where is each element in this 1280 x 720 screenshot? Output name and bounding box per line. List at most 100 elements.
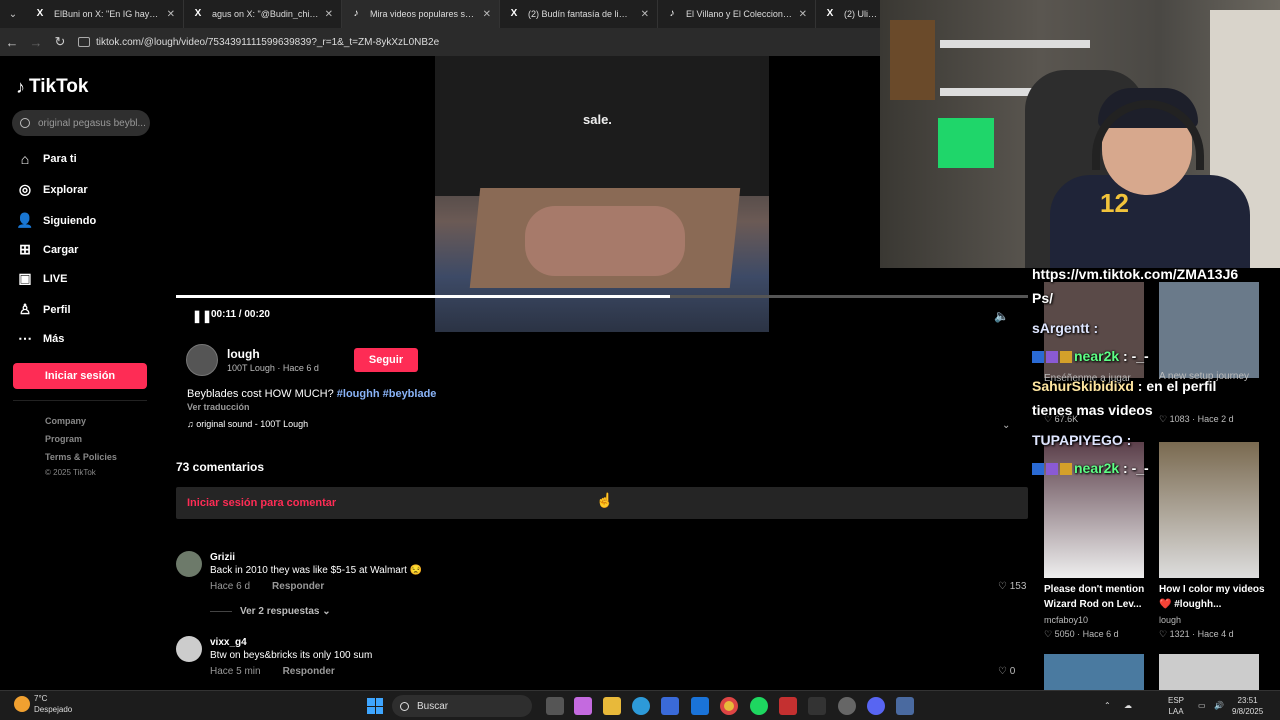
file-explorer-icon[interactable] <box>603 697 621 715</box>
hashtag-link[interactable]: #loughh <box>337 388 380 400</box>
site-info-icon[interactable] <box>78 37 90 47</box>
browser-tab[interactable]: ♪ El Villano y El Coleccionista: Ed ✕ <box>658 0 816 28</box>
video-author[interactable]: lough <box>1159 615 1181 625</box>
tab-search-icon[interactable]: ⌄ <box>0 0 26 28</box>
nav-item-siguiendo[interactable]: 👤 Siguiendo <box>16 212 96 229</box>
webcam-poster <box>890 20 935 100</box>
close-icon[interactable]: ✕ <box>483 9 491 20</box>
back-icon[interactable]: ← <box>0 35 24 50</box>
chrome-icon[interactable] <box>720 697 738 715</box>
like-button[interactable]: ♡ 0 <box>998 666 1015 677</box>
badge-icon <box>1032 463 1044 476</box>
spotify-icon[interactable] <box>750 697 768 715</box>
comment-user[interactable]: Grizii <box>210 552 235 563</box>
hashtag-link[interactable]: #beyblade <box>383 388 437 400</box>
close-icon[interactable]: ✕ <box>799 9 807 20</box>
footer-link-terms[interactable]: Terms & Policies <box>45 452 117 462</box>
task-view-icon[interactable] <box>546 697 564 715</box>
speaker-icon[interactable]: 🔊 <box>1214 700 1224 711</box>
nav-label: Perfil <box>43 303 71 316</box>
app-icon[interactable] <box>779 697 797 715</box>
like-button[interactable]: ♡ 153 <box>998 581 1026 592</box>
copilot-icon[interactable] <box>574 697 592 715</box>
chat-link: https://vm.tiktok.com/ZMA13J6 <box>1032 266 1239 282</box>
nav-item-para-ti[interactable]: ⌂ Para ti <box>16 151 77 167</box>
copyright: © 2025 TikTok <box>45 468 96 477</box>
nav-item-cargar[interactable]: ⊞ Cargar <box>16 241 78 258</box>
chat-message: near2k : -_- <box>1032 348 1149 364</box>
language-indicator[interactable]: ESP LAA <box>1168 695 1184 717</box>
tiktok-logo[interactable]: ♪ TikTok <box>16 76 88 98</box>
nav-item-perfil[interactable]: ♙ Perfil <box>16 301 71 318</box>
browser-tab[interactable]: X ElBuni on X: "En IG hay un subre ✕ <box>26 0 184 28</box>
volume-icon[interactable]: 🔈 <box>994 309 1009 323</box>
video-thumbnail[interactable] <box>1159 282 1259 378</box>
view-replies-button[interactable]: Ver 2 respuestas ⌄ <box>210 606 331 617</box>
browser-tab[interactable]: X (2) Ulises or <box>816 0 886 28</box>
comment-text: Back in 2010 they was like $5-15 at Walm… <box>210 565 423 576</box>
video-author[interactable]: mcfaboy10 <box>1044 615 1088 625</box>
video-thumbnail[interactable] <box>1159 654 1259 690</box>
heart-icon: ♡ <box>998 666 1010 677</box>
reload-icon[interactable]: ↻ <box>48 34 72 50</box>
clock[interactable]: 23:51 9/8/2025 <box>1232 695 1263 717</box>
video-progress-bar[interactable] <box>176 295 1028 298</box>
edge-icon[interactable] <box>632 697 650 715</box>
url-field[interactable]: tiktok.com/@lough/video/7534391111599639… <box>78 37 439 48</box>
video-thumbnail[interactable] <box>1044 654 1144 690</box>
avatar[interactable] <box>186 344 218 376</box>
video-frame[interactable]: sale. <box>435 56 769 332</box>
obs-icon[interactable] <box>838 697 856 715</box>
network-icon[interactable]: ▭ <box>1198 700 1206 711</box>
follow-button[interactable]: Seguir <box>354 348 418 372</box>
weather-temp: 7°C <box>34 694 48 703</box>
search-input[interactable]: original pegasus beybl... <box>12 110 150 136</box>
weather-widget[interactable]: 7°C Despejado <box>14 693 72 715</box>
logo-text: TikTok <box>29 76 89 97</box>
reply-button[interactable]: Responder <box>272 581 324 592</box>
video-title[interactable]: Please don't mention Wizard Rod on Lev..… <box>1044 582 1154 612</box>
discord-icon[interactable] <box>867 697 885 715</box>
login-button[interactable]: Iniciar sesión <box>13 363 147 389</box>
browser-tab[interactable]: Xagus on X: "@Budin_chigurh ht ✕ <box>184 0 342 28</box>
chat-text: : -_- <box>1119 460 1149 476</box>
close-icon[interactable]: ✕ <box>167 9 175 20</box>
translate-link[interactable]: Ver traducción <box>187 402 250 412</box>
comment-time: Hace 5 min <box>210 666 261 677</box>
taskbar-search[interactable]: Buscar <box>392 695 532 717</box>
tab-label: Mira videos populares seleccio <box>370 9 477 19</box>
video-title[interactable]: How I color my videos❤️ #loughh... <box>1159 582 1269 612</box>
reply-button[interactable]: Responder <box>283 666 335 677</box>
live-icon: ▣ <box>18 270 32 286</box>
nav-item-explorar[interactable]: ◎ Explorar <box>16 181 88 198</box>
browser-tab-active[interactable]: ♪ Mira videos populares seleccio ✕ <box>342 0 500 28</box>
forward-icon[interactable]: → <box>24 35 48 50</box>
video-thumbnail[interactable] <box>1159 442 1259 578</box>
sound-link[interactable]: ♫ original sound - 100T Lough <box>187 419 308 429</box>
close-icon[interactable]: ✕ <box>641 9 649 20</box>
footer-link-program[interactable]: Program <box>45 434 82 444</box>
chevron-down-icon[interactable]: ⌄ <box>1002 420 1010 431</box>
close-icon[interactable]: ✕ <box>325 9 333 20</box>
avatar[interactable] <box>176 551 202 577</box>
like-count: 153 <box>1009 581 1027 592</box>
store-icon[interactable] <box>661 697 679 715</box>
browser-tab[interactable]: X (2) Budín fantasía de limón on ✕ <box>500 0 658 28</box>
pause-icon[interactable]: ❚❚ <box>192 309 212 323</box>
comment-time: Hace 6 d <box>210 581 251 592</box>
webcam-object <box>938 118 994 168</box>
avatar[interactable] <box>176 636 202 662</box>
chevron-up-icon[interactable]: ⌃ <box>1104 700 1111 711</box>
chat-message-cont: tienes mas videos <box>1032 402 1153 418</box>
nav-item-mas[interactable]: ⋯ Más <box>16 330 64 347</box>
outlook-icon[interactable] <box>691 697 709 715</box>
nav-item-live[interactable]: ▣ LIVE <box>16 270 67 287</box>
windows-start-icon[interactable] <box>367 698 383 714</box>
footer-link-company[interactable]: Company <box>45 416 86 426</box>
settings-icon[interactable] <box>896 697 914 715</box>
chat-message: SahurSkibidixd : en el perfil <box>1032 378 1216 394</box>
comment-user[interactable]: vixx_g4 <box>210 637 247 648</box>
app-icon[interactable] <box>808 697 826 715</box>
author-name[interactable]: lough <box>227 347 260 361</box>
cloud-icon[interactable]: ☁ <box>1124 700 1132 711</box>
